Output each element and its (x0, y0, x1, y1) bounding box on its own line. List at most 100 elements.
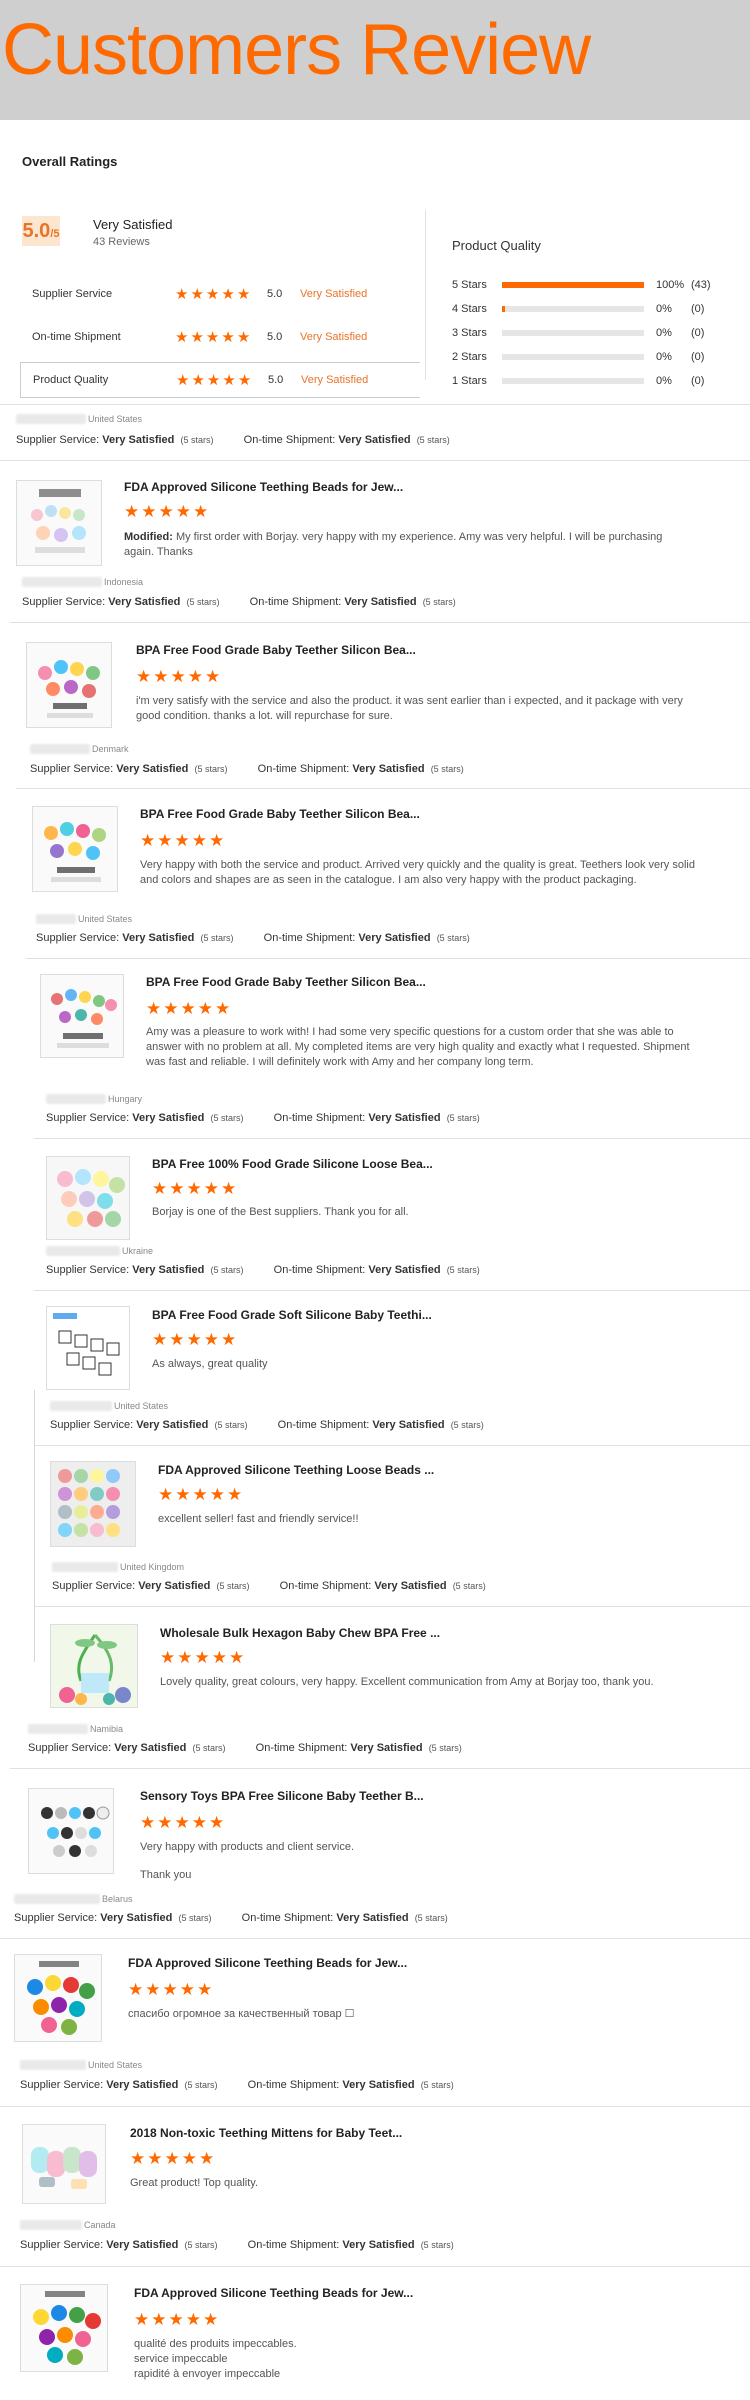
distribution-row: 3 Stars 0% (0) (452, 326, 704, 340)
distribution-bar-fill (502, 282, 644, 288)
distribution-label: 4 Stars (452, 303, 487, 315)
rating-text: Very Satisfied (301, 374, 369, 386)
review-text: qualité des produits impeccables. (134, 2338, 297, 2350)
review-text: спасибо огромное за качественный товар ☐ (128, 2008, 355, 2020)
divider (0, 1938, 750, 1939)
reviewer-location: United States (16, 414, 142, 424)
star-icon: ★ (186, 1330, 202, 1349)
product-image[interactable] (46, 1156, 130, 1240)
star-icon: ★ (186, 1179, 202, 1198)
product-title-link[interactable]: BPA Free Food Grade Soft Silicone Baby T… (152, 1308, 432, 1322)
divider (34, 1445, 750, 1446)
reviewer-location: Hungary (46, 1094, 142, 1104)
star-icon: ★ (190, 285, 204, 303)
star-icon: ★ (191, 831, 207, 850)
star-icon: ★ (169, 1330, 185, 1349)
product-title-link[interactable]: FDA Approved Silicone Teething Beads for… (134, 2286, 413, 2300)
rating-value: 5.0 (268, 374, 284, 386)
product-title-link[interactable]: Wholesale Bulk Hexagon Baby Chew BPA Fre… (160, 1626, 440, 1640)
review-text: Borjay is one of the Best suppliers. Tha… (152, 1206, 409, 1218)
product-title-link[interactable]: 2018 Non-toxic Teething Mittens for Baby… (130, 2126, 402, 2140)
reviewer-name-blurred (20, 2060, 86, 2070)
divider (0, 404, 750, 405)
star-icon: ★ (151, 2310, 167, 2329)
star-icon: ★ (140, 1813, 156, 1832)
star-icon: ★ (153, 667, 169, 686)
review-text: Very happy with products and client serv… (140, 1841, 355, 1853)
product-image[interactable] (32, 806, 118, 892)
product-image[interactable] (40, 974, 124, 1058)
star-icon: ★ (221, 1330, 237, 1349)
star-icon: ★ (237, 371, 252, 389)
review-ratings: Supplier Service: Very Satisfied (5 star… (22, 596, 456, 608)
distribution-bar-fill (502, 306, 505, 312)
product-title-link[interactable]: FDA Approved Silicone Teething Beads for… (128, 1956, 407, 1970)
review-text: Lovely quality, great colours, very happ… (160, 1676, 654, 1688)
product-image[interactable] (26, 642, 112, 728)
distribution-count: (43) (691, 279, 711, 291)
divider (34, 1138, 750, 1139)
reviewer-name-blurred (22, 577, 102, 587)
product-title-link[interactable]: Sensory Toys BPA Free Silicone Baby Teet… (140, 1789, 424, 1803)
product-title-link[interactable]: FDA Approved Silicone Teething Beads for… (124, 480, 403, 494)
star-icon: ★ (152, 1179, 168, 1198)
star-icon: ★ (192, 1485, 208, 1504)
star-icon: ★ (191, 1813, 207, 1832)
product-image[interactable] (22, 2124, 106, 2204)
product-title-link[interactable]: BPA Free Food Grade Baby Teether Silicon… (136, 643, 416, 657)
distribution-count: (0) (691, 327, 705, 339)
star-icon: ★ (157, 831, 173, 850)
star-icon: ★ (170, 667, 186, 686)
review-text: Very happy with both the service and pro… (140, 859, 695, 886)
review-ratings: Supplier Service: Very Satisfied (5 star… (46, 1112, 480, 1124)
star-icon: ★ (193, 502, 209, 521)
reviewer-name-blurred (46, 1246, 120, 1256)
review-text: Modified: My first order with Borjay. ve… (124, 531, 663, 558)
reviewer-name-blurred (46, 1094, 106, 1104)
rating-row-product-quality[interactable]: Product Quality ★ ★ ★ ★ ★ 5.0 Very Satisfied (20, 362, 420, 398)
star-icon: ★ (203, 1179, 219, 1198)
distribution-bar (502, 330, 644, 336)
review-star-rating: ★ ★ ★ ★ ★ (130, 2150, 214, 2167)
rating-text: Very Satisfied (300, 331, 368, 343)
product-image[interactable] (16, 480, 102, 566)
star-icon: ★ (145, 1980, 161, 1999)
product-title-link[interactable]: BPA Free 100% Food Grade Silicone Loose … (152, 1157, 433, 1171)
review-star-rating: ★ ★ ★ ★ ★ (134, 2311, 218, 2328)
product-title-link[interactable]: FDA Approved Silicone Teething Loose Bea… (158, 1463, 434, 1477)
reviewer-name-blurred (30, 744, 90, 754)
product-title-link[interactable]: BPA Free Food Grade Baby Teether Silicon… (140, 807, 420, 821)
reviewer-location: Namibia (28, 1724, 123, 1734)
product-image[interactable] (46, 1306, 130, 1390)
product-title-link[interactable]: BPA Free Food Grade Baby Teether Silicon… (146, 975, 426, 989)
distribution-row: 5 Stars 100% (43) (452, 278, 711, 292)
review-star-rating: ★ ★ ★ ★ ★ (152, 1331, 236, 1348)
distribution-bar (502, 378, 644, 384)
review-ratings: Supplier Service: Very Satisfied (5 star… (16, 434, 450, 446)
divider (0, 2106, 750, 2107)
distribution-bar (502, 306, 644, 312)
product-image[interactable] (20, 2284, 108, 2372)
star-icon: ★ (152, 1330, 168, 1349)
product-image[interactable] (50, 1461, 136, 1547)
review-ratings: Supplier Service: Very Satisfied (5 star… (36, 932, 470, 944)
divider (34, 1290, 750, 1291)
star-icon: ★ (205, 328, 220, 346)
product-image[interactable] (50, 1624, 138, 1708)
star-icon: ★ (134, 2310, 150, 2329)
review-star-rating: ★ ★ ★ ★ ★ (140, 832, 224, 849)
star-icon: ★ (215, 999, 231, 1018)
review-text: i'm very satisfy with the service and al… (136, 695, 683, 722)
product-image[interactable] (14, 1954, 102, 2042)
star-icon: ★ (136, 667, 152, 686)
distribution-label: 2 Stars (452, 351, 487, 363)
review-star-rating: ★ ★ ★ ★ ★ (140, 1814, 224, 1831)
rating-label: Product Quality (33, 374, 109, 386)
product-image[interactable] (28, 1788, 114, 1874)
star-icon: ★ (174, 831, 190, 850)
reviewer-name-blurred (14, 1894, 100, 1904)
review-ratings: Supplier Service: Very Satisfied (5 star… (14, 1912, 448, 1924)
reviewer-name-blurred (36, 914, 76, 924)
thread-line (34, 1390, 35, 1662)
reviewer-name-blurred (20, 2220, 82, 2230)
